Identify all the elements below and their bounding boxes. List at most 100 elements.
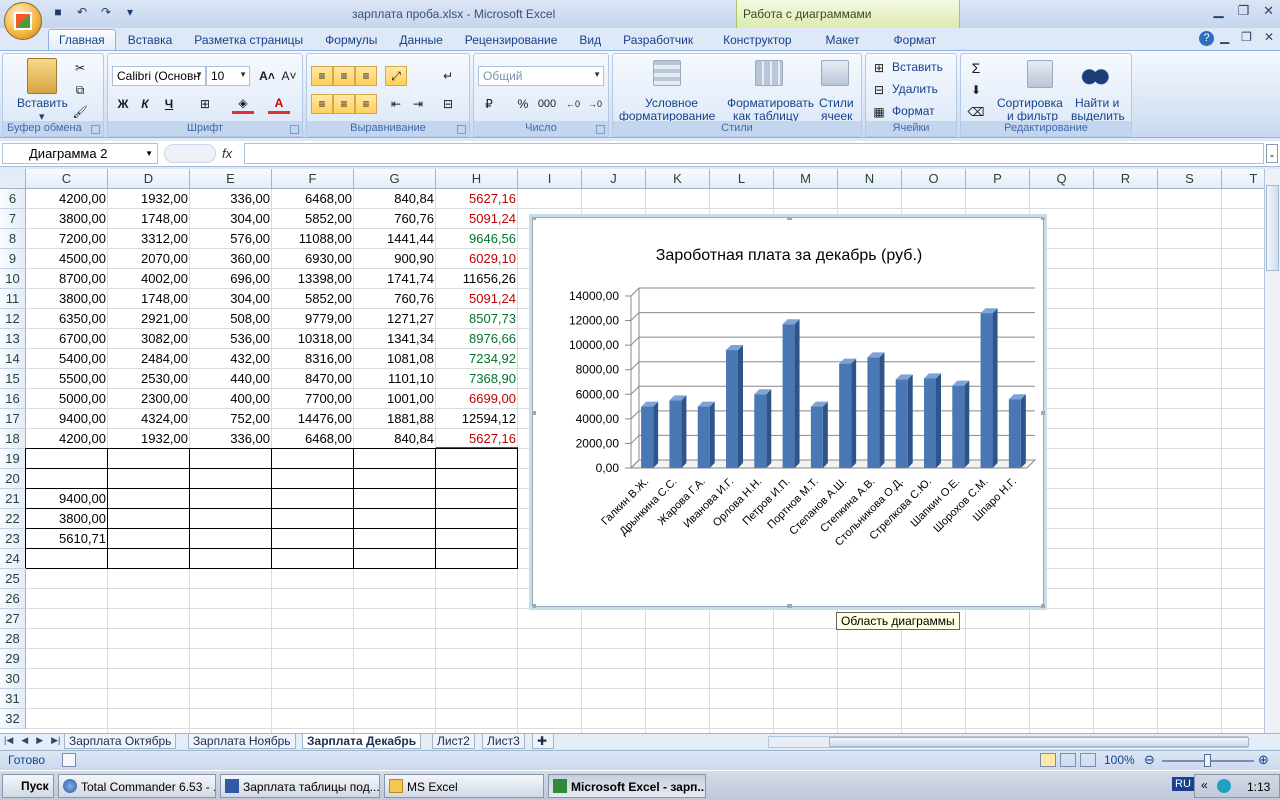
wb-close-icon[interactable]: ✕ <box>1264 30 1274 44</box>
table-cell[interactable]: 6930,00 <box>272 249 354 269</box>
table-cell[interactable]: 6699,00 <box>436 389 518 409</box>
tab-page-layout[interactable]: Разметка страницы <box>184 30 313 51</box>
table-cell[interactable]: 8316,00 <box>272 349 354 369</box>
select-all-corner[interactable] <box>0 169 26 189</box>
number-launcher-icon[interactable] <box>596 125 605 134</box>
insert-cells-icon[interactable]: ⊞ <box>868 58 890 78</box>
currency-icon[interactable]: ₽ <box>478 94 500 114</box>
table-cell[interactable]: 2070,00 <box>108 249 190 269</box>
row-header-26[interactable]: 26 <box>0 589 26 609</box>
tray-app-icon[interactable] <box>1217 779 1231 793</box>
table-cell[interactable]: 4200,00 <box>26 189 108 209</box>
undo-icon[interactable]: ↶ <box>74 4 90 20</box>
alignment-launcher-icon[interactable] <box>457 125 466 134</box>
conditional-format-icon[interactable] <box>653 60 681 86</box>
table-cell[interactable]: 1001,00 <box>354 389 436 409</box>
underline-button[interactable]: Ч <box>158 94 180 114</box>
table-cell[interactable]: 11088,00 <box>272 229 354 249</box>
table-cell[interactable]: 1081,08 <box>354 349 436 369</box>
table-cell[interactable]: 5627,16 <box>436 429 518 449</box>
table-cell[interactable]: 1748,00 <box>108 209 190 229</box>
row-header-28[interactable]: 28 <box>0 629 26 649</box>
grow-font-icon[interactable]: A˄ <box>256 66 278 86</box>
binoculars-icon[interactable] <box>1081 60 1109 88</box>
row-header-22[interactable]: 22 <box>0 509 26 529</box>
row-header-9[interactable]: 9 <box>0 249 26 269</box>
row-header-27[interactable]: 27 <box>0 609 26 629</box>
vertical-scrollbar[interactable] <box>1264 169 1280 733</box>
tab-insert[interactable]: Вставка <box>118 30 183 51</box>
table-cell[interactable]: 400,00 <box>190 389 272 409</box>
cell-styles-line1[interactable]: Стили <box>819 96 854 110</box>
wrap-text-icon[interactable]: ↵ <box>437 66 459 86</box>
table-cell[interactable]: 7700,00 <box>272 389 354 409</box>
table-cell[interactable]: 1932,00 <box>108 189 190 209</box>
table-cell[interactable]: 12594,12 <box>436 409 518 429</box>
table-cell[interactable]: 5091,24 <box>436 289 518 309</box>
table-cell[interactable]: 13398,00 <box>272 269 354 289</box>
stat-cell[interactable]: 9400,00 <box>26 489 108 509</box>
insert-sheet-icon[interactable]: ✚ <box>532 734 554 749</box>
table-cell[interactable]: 5400,00 <box>26 349 108 369</box>
tab-format[interactable]: Формат <box>884 30 947 51</box>
customize-qat-icon[interactable]: ▾ <box>122 4 138 20</box>
row-header-8[interactable]: 8 <box>0 229 26 249</box>
cell-styles-icon[interactable] <box>821 60 849 86</box>
stat-cell[interactable]: 3800,00 <box>26 509 108 529</box>
page-layout-view-icon[interactable] <box>1060 753 1076 767</box>
thousands-button[interactable]: 000 <box>536 94 558 114</box>
row-header-29[interactable]: 29 <box>0 649 26 669</box>
decrease-decimal-icon[interactable]: →0 <box>584 94 606 114</box>
table-cell[interactable]: 508,00 <box>190 309 272 329</box>
table-cell[interactable]: 752,00 <box>190 409 272 429</box>
fill-icon[interactable]: ⬇ <box>965 80 987 100</box>
vertical-scroll-thumb[interactable] <box>1266 185 1279 271</box>
tab-layout[interactable]: Макет <box>816 30 870 51</box>
chart-area[interactable]: Зароботная плата за декабрь (руб.) 0,00 20… <box>531 216 1046 608</box>
task-word-doc[interactable]: Зарплата таблицы под... <box>220 774 380 798</box>
wb-restore-icon[interactable]: ❐ <box>1241 30 1252 44</box>
sheet-tab-list2[interactable]: Лист2 <box>432 734 475 749</box>
zoom-out-icon[interactable]: ⊖ <box>1144 752 1155 768</box>
column-header-P[interactable]: P <box>966 169 1030 189</box>
align-top-icon[interactable]: ≡ <box>311 66 333 86</box>
row-header-30[interactable]: 30 <box>0 669 26 689</box>
table-cell[interactable]: 7200,00 <box>26 229 108 249</box>
table-cell[interactable]: 336,00 <box>190 429 272 449</box>
table-cell[interactable]: 4500,00 <box>26 249 108 269</box>
table-cell[interactable]: 840,84 <box>354 189 436 209</box>
font-name-combo[interactable]: Calibri (Основн ▼ <box>112 66 206 86</box>
row-header-25[interactable]: 25 <box>0 569 26 589</box>
table-cell[interactable]: 5091,24 <box>436 209 518 229</box>
formula-input[interactable] <box>244 143 1264 164</box>
row-header-20[interactable]: 20 <box>0 469 26 489</box>
column-header-Q[interactable]: Q <box>1030 169 1094 189</box>
row-header-18[interactable]: 18 <box>0 429 26 449</box>
help-icon[interactable]: ? <box>1199 31 1214 46</box>
table-cell[interactable]: 6468,00 <box>272 189 354 209</box>
table-cell[interactable]: 1748,00 <box>108 289 190 309</box>
table-cell[interactable]: 1932,00 <box>108 429 190 449</box>
sheet-tab-list3[interactable]: Лист3 <box>482 734 525 749</box>
table-cell[interactable]: 4324,00 <box>108 409 190 429</box>
table-cell[interactable]: 5852,00 <box>272 289 354 309</box>
column-header-G[interactable]: G <box>354 169 436 189</box>
font-size-combo[interactable]: 10 ▼ <box>206 66 250 86</box>
row-header-23[interactable]: 23 <box>0 529 26 549</box>
row-header-19[interactable]: 19 <box>0 449 26 469</box>
table-cell[interactable]: 8470,00 <box>272 369 354 389</box>
name-box-dropdown-icon[interactable]: ▼ <box>145 149 153 158</box>
tab-developer[interactable]: Разработчик <box>613 30 703 51</box>
clipboard-launcher-icon[interactable] <box>91 125 100 134</box>
column-header-N[interactable]: N <box>838 169 902 189</box>
table-cell[interactable]: 6468,00 <box>272 429 354 449</box>
italic-button[interactable]: К <box>134 94 156 114</box>
table-cell[interactable]: 576,00 <box>190 229 272 249</box>
table-cell[interactable]: 760,76 <box>354 209 436 229</box>
tab-view[interactable]: Вид <box>569 30 611 51</box>
align-right-icon[interactable]: ≡ <box>355 94 377 114</box>
align-middle-icon[interactable]: ≡ <box>333 66 355 86</box>
sheet-tab-november[interactable]: Зарплата Ноябрь <box>188 734 296 749</box>
paste-icon[interactable] <box>27 58 57 94</box>
tab-data[interactable]: Данные <box>389 30 452 51</box>
